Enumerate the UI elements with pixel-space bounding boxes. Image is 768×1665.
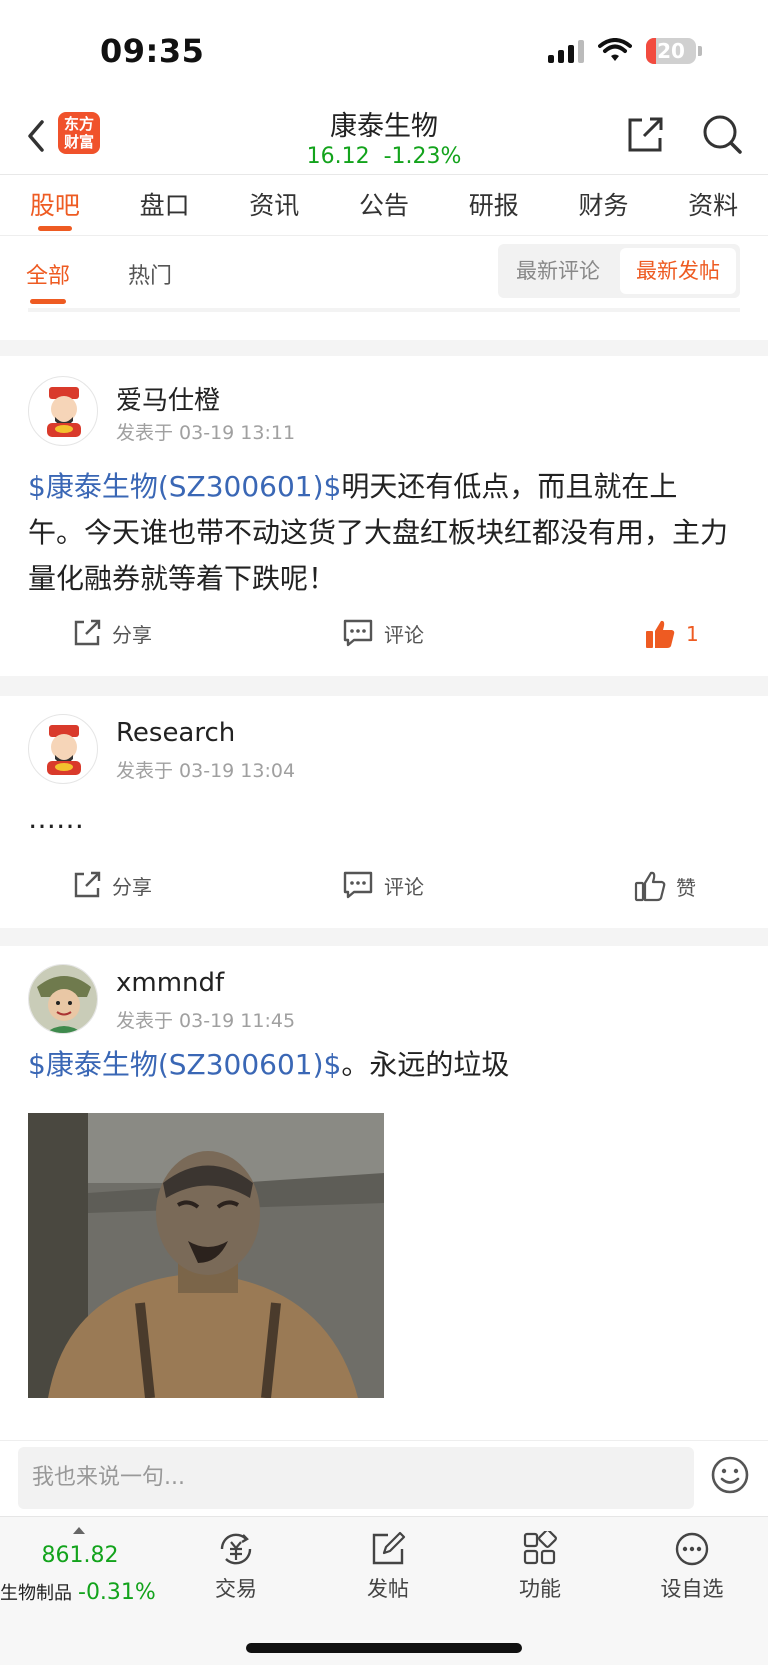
stock-price: 16.12 (306, 144, 370, 169)
comment-icon (343, 871, 373, 899)
share-button[interactable]: 分享 (72, 618, 152, 648)
sort-toggle: 最新评论 最新发帖 (498, 244, 740, 298)
nav-watchlist[interactable]: 设自选 (642, 1531, 742, 1603)
post-time: 发表于 03-19 13:04 (116, 760, 296, 782)
home-indicator (246, 1643, 522, 1653)
nav-function[interactable]: 功能 (490, 1531, 590, 1603)
subtab-hot[interactable]: 热门 (128, 258, 172, 290)
sub-tabs: 全部 热门 最新评论 最新发帖 (0, 244, 768, 310)
comment-button[interactable]: 评论 (342, 618, 424, 648)
cellular-signal-icon (548, 39, 584, 63)
post-actions: 分享 评论 1 (0, 618, 768, 658)
post-item[interactable]: xmmndf 发表于 03-19 11:45 $康泰生物(SZ300601)$。… (0, 946, 768, 1440)
stock-header: 东方财富 康泰生物 16.12 -1.23% (0, 100, 768, 175)
comment-input[interactable]: 我也来说一句... (18, 1447, 694, 1509)
sector-change: -0.31% (78, 1580, 156, 1605)
thumbs-up-icon (634, 871, 666, 902)
main-tabs: 股吧 盘口 资讯 公告 研报 财务 资料 (0, 176, 768, 236)
more-circle-icon (675, 1532, 709, 1566)
post-username[interactable]: 爱马仕橙 (116, 380, 220, 417)
divider (28, 308, 740, 312)
tab-profile[interactable]: 资料 (658, 176, 768, 235)
like-button[interactable]: 赞 (634, 870, 696, 902)
edit-icon (372, 1531, 406, 1565)
sector-index-value: 861.82 (41, 1543, 119, 1568)
stock-change: -1.23% (383, 144, 462, 169)
post-item[interactable]: 爱马仕橙 发表于 03-19 13:11 $康泰生物(SZ300601)$明天还… (0, 356, 768, 676)
divider (0, 340, 768, 356)
post-item[interactable]: Research 发表于 03-19 13:04 …… 分享 评论 赞 (0, 696, 768, 928)
thumbs-up-filled-icon (646, 620, 675, 648)
sector-index[interactable]: 861.82 生物制品 -0.31% (0, 1521, 160, 1621)
stock-link[interactable]: $康泰生物(SZ300601)$ (28, 470, 341, 503)
sort-latest-post[interactable]: 最新发帖 (620, 248, 736, 294)
nav-trade[interactable]: 交易 (186, 1531, 286, 1603)
grid-icon (523, 1531, 557, 1565)
tab-finance[interactable]: 财务 (549, 176, 659, 235)
like-count: 1 (686, 622, 699, 646)
divider (0, 676, 768, 696)
comment-bar: 我也来说一句... (0, 1440, 768, 1516)
battery-level: 20 (657, 39, 685, 63)
subtab-all[interactable]: 全部 (26, 258, 70, 304)
post-text[interactable]: $康泰生物(SZ300601)$明天还有低点，而且就在上午。今天谁也带不动这货了… (28, 464, 730, 602)
tab-research[interactable]: 研报 (439, 176, 549, 235)
post-time: 发表于 03-19 13:11 (116, 422, 296, 444)
post-actions: 分享 评论 赞 (0, 870, 768, 910)
battery-icon: 20 (646, 38, 702, 64)
sort-latest-comment[interactable]: 最新评论 (502, 248, 614, 294)
post-username[interactable]: Research (116, 718, 235, 748)
stock-link[interactable]: $康泰生物(SZ300601)$ (28, 1048, 341, 1081)
share-icon (74, 871, 101, 898)
wifi-icon (598, 38, 632, 61)
tab-pankou[interactable]: 盘口 (110, 176, 220, 235)
trade-yuan-icon (220, 1533, 252, 1565)
tab-news[interactable]: 资讯 (219, 176, 329, 235)
share-icon (74, 619, 101, 646)
like-button[interactable]: 1 (644, 618, 699, 650)
chevron-up-icon (73, 1527, 85, 1534)
avatar[interactable] (28, 964, 98, 1034)
comment-icon (343, 619, 373, 647)
post-text[interactable]: …… (28, 796, 730, 842)
nav-post[interactable]: 发帖 (338, 1531, 438, 1603)
sector-name: 生物制品 (0, 1583, 72, 1604)
status-icons: 20 (548, 38, 702, 64)
emoji-icon[interactable] (710, 1455, 750, 1495)
status-bar: 09:35 20 (0, 0, 768, 100)
search-icon[interactable] (700, 112, 744, 156)
post-username[interactable]: xmmndf (116, 968, 224, 998)
tab-guba[interactable]: 股吧 (0, 176, 110, 235)
post-image[interactable] (28, 1113, 384, 1398)
avatar[interactable] (28, 714, 98, 784)
status-time: 09:35 (100, 32, 205, 70)
share-icon[interactable] (624, 114, 666, 156)
tab-announcements[interactable]: 公告 (329, 176, 439, 235)
share-button[interactable]: 分享 (72, 870, 152, 900)
post-text[interactable]: $康泰生物(SZ300601)$。永远的垃圾 (28, 1042, 730, 1088)
divider (0, 928, 768, 946)
avatar[interactable] (28, 376, 98, 446)
post-time: 发表于 03-19 11:45 (116, 1010, 296, 1032)
comment-button[interactable]: 评论 (342, 870, 424, 900)
